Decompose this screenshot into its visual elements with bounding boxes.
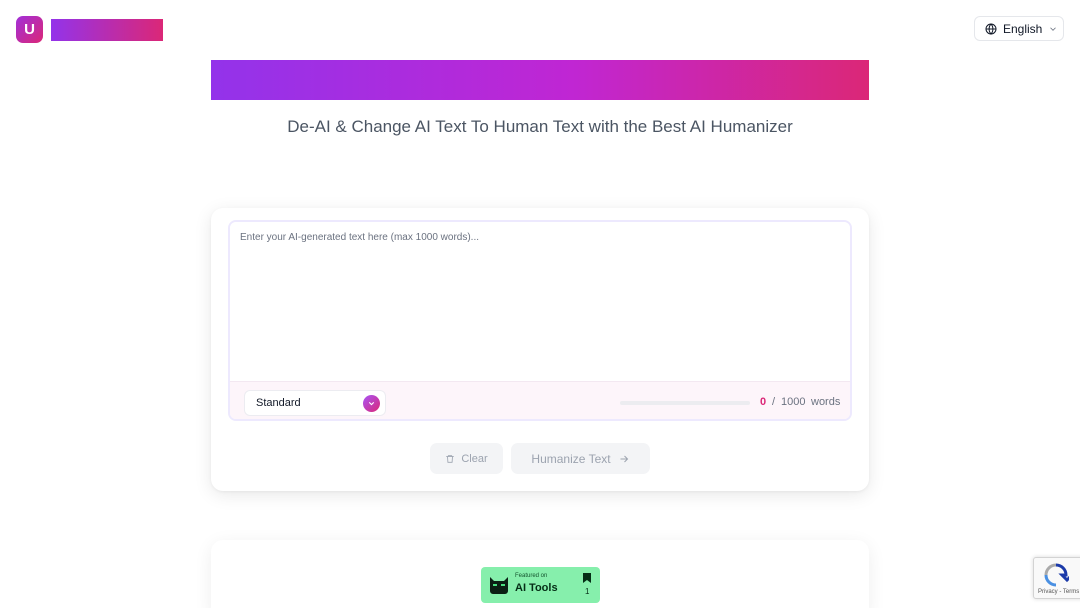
word-count-limit: 1000: [781, 396, 806, 408]
recaptcha-icon: [1044, 563, 1069, 587]
humanizer-card: Standard 0 / 1000 words Clear H: [211, 208, 869, 491]
logo-badge[interactable]: U: [16, 16, 43, 43]
ai-text-input[interactable]: [230, 222, 850, 381]
cat-mascot-icon: [490, 577, 508, 594]
language-label: English: [1003, 21, 1043, 36]
recaptcha-links[interactable]: Privacy - Terms: [1038, 589, 1079, 595]
logo-wordmark[interactable]: [51, 19, 163, 41]
mode-select-value: Standard: [256, 397, 301, 409]
word-count-progress: [620, 401, 750, 405]
mode-select[interactable]: Standard: [244, 390, 386, 416]
globe-icon: [985, 23, 997, 35]
clear-button-label: Clear: [461, 452, 488, 465]
logo-letter: U: [24, 21, 35, 38]
editor-footer: Standard 0 / 1000 words: [230, 381, 850, 419]
clear-button[interactable]: Clear: [430, 443, 503, 474]
humanize-button-label: Humanize Text: [531, 451, 611, 466]
editor-box: Standard 0 / 1000 words: [228, 220, 852, 421]
featured-title: AI Tools: [515, 582, 558, 594]
featured-count: 1: [585, 587, 590, 596]
recaptcha-badge[interactable]: Privacy - Terms: [1033, 557, 1080, 599]
language-selector[interactable]: English: [974, 16, 1064, 41]
word-count-unit: words: [811, 396, 841, 408]
hero-banner: [211, 60, 869, 100]
trash-icon: [446, 454, 455, 463]
featured-badge[interactable]: Featured on AI Tools 1: [481, 567, 600, 603]
hero-subtitle: De-AI & Change AI Text To Human Text wit…: [287, 117, 793, 136]
arrow-right-icon: [620, 455, 628, 462]
chevron-down-icon[interactable]: [363, 395, 380, 412]
word-count-current: 0: [760, 396, 767, 408]
word-count-separator: /: [772, 396, 776, 408]
featured-small-text: Featured on: [515, 573, 548, 579]
bookmark-icon: [583, 573, 591, 583]
chevron-down-icon: [1050, 26, 1057, 31]
humanize-button[interactable]: Humanize Text: [511, 443, 650, 474]
page: U English De-AI & Change AI Text To Huma…: [0, 0, 1080, 608]
featured-section: Featured on AI Tools 1: [211, 540, 869, 608]
